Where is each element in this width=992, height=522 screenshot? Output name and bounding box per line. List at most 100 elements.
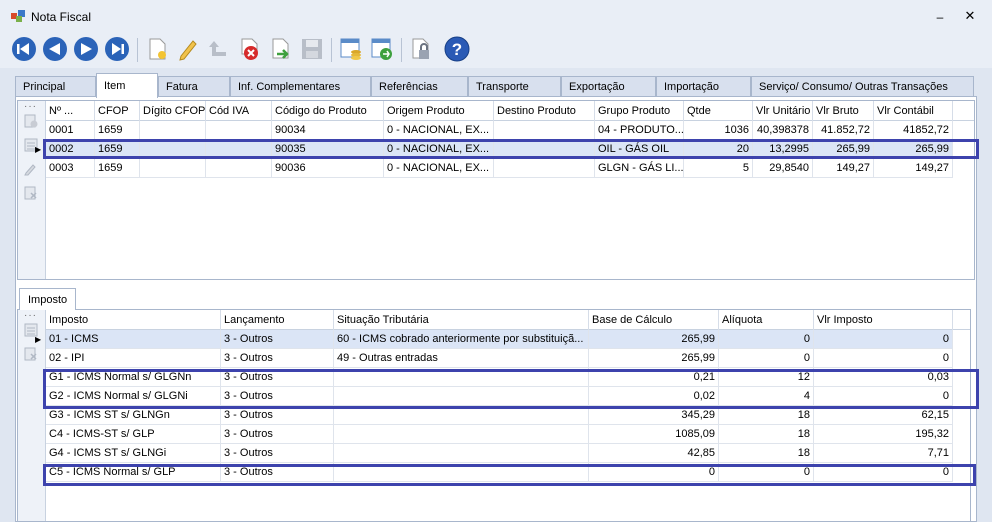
table-cell[interactable]: 90036 — [272, 159, 384, 178]
table-cell[interactable]: 149,27 — [874, 159, 953, 178]
table-cell[interactable]: 3 - Outros — [221, 349, 334, 368]
table-cell[interactable]: 7,71 — [814, 444, 953, 463]
table-cell[interactable]: 265,99 — [589, 330, 719, 349]
table-cell[interactable]: 0,02 — [589, 387, 719, 406]
table-cell[interactable] — [206, 121, 272, 140]
table-cell[interactable]: G1 - ICMS Normal s/ GLGNn — [46, 368, 221, 387]
table-cell[interactable]: 29,8540 — [753, 159, 813, 178]
table-cell[interactable]: 60 - ICMS cobrado anteriormente por subs… — [334, 330, 589, 349]
table-cell[interactable]: G4 - ICMS ST s/ GLNGi — [46, 444, 221, 463]
tab-imposto[interactable]: Imposto — [19, 288, 76, 310]
table-cell[interactable]: 1085,09 — [589, 425, 719, 444]
table-row[interactable]: G2 - ICMS Normal s/ GLGNi 3 - Outros 0,02 4… — [46, 387, 953, 406]
table-cell[interactable]: 0 - NACIONAL, EX... — [384, 121, 494, 140]
table-cell[interactable]: 18 — [719, 444, 814, 463]
column-header[interactable]: Grupo Produto — [595, 101, 684, 121]
table-cell[interactable] — [494, 140, 595, 159]
table-cell[interactable]: 0 — [719, 330, 814, 349]
table-cell[interactable] — [334, 444, 589, 463]
column-header[interactable]: Cód IVA — [206, 101, 272, 121]
tab-fatura[interactable]: Fatura — [158, 76, 230, 97]
table-row[interactable]: 0003 1659 90036 0 - NACIONAL, EX... GLGN - G… — [46, 159, 953, 178]
table-cell[interactable]: 1659 — [95, 140, 140, 159]
table-cell[interactable]: 20 — [684, 140, 753, 159]
table-cell[interactable]: 0001 — [46, 121, 95, 140]
table-cell[interactable] — [494, 159, 595, 178]
table-cell[interactable]: 149,27 — [813, 159, 874, 178]
edit-row-icon[interactable] — [24, 162, 38, 176]
previous-record-icon[interactable] — [42, 36, 68, 62]
table-cell[interactable] — [334, 425, 589, 444]
column-header[interactable]: Código do Produto — [272, 101, 384, 121]
table-row[interactable]: C5 - ICMS Normal s/ GLP 3 - Outros 0 0 0 — [46, 463, 953, 482]
tab-referencias[interactable]: Referências — [371, 76, 468, 97]
table-cell[interactable]: 02 - IPI — [46, 349, 221, 368]
minimize-button[interactable]: – — [933, 10, 947, 24]
table-cell[interactable]: 0 - NACIONAL, EX... — [384, 140, 494, 159]
column-header[interactable]: Alíquota — [719, 310, 814, 330]
table-cell[interactable] — [334, 463, 589, 482]
first-record-icon[interactable] — [11, 36, 37, 62]
column-header[interactable]: Vlr Imposto — [814, 310, 953, 330]
last-record-icon[interactable] — [104, 36, 130, 62]
table-row[interactable]: C4 - ICMS-ST s/ GLP 3 - Outros 1085,09 18 19… — [46, 425, 953, 444]
column-header[interactable]: Situação Tributária — [334, 310, 589, 330]
table-cell[interactable]: 41852,72 — [874, 121, 953, 140]
table-cell[interactable]: 0 — [814, 387, 953, 406]
table-cell[interactable]: 41.852,72 — [813, 121, 874, 140]
table-cell[interactable]: 4 — [719, 387, 814, 406]
table-cell[interactable]: 01 - ICMS — [46, 330, 221, 349]
next-record-icon[interactable] — [73, 36, 99, 62]
table-cell[interactable]: 3 - Outros — [221, 387, 334, 406]
table-cell[interactable]: 13,2995 — [753, 140, 813, 159]
delete-icon[interactable] — [237, 36, 263, 62]
delete-row-icon[interactable] — [24, 186, 38, 200]
table-row[interactable]: G4 - ICMS ST s/ GLNGi 3 - Outros 42,85 18 7,… — [46, 444, 953, 463]
table-cell[interactable] — [140, 159, 206, 178]
table-cell[interactable]: 195,32 — [814, 425, 953, 444]
add-row-icon[interactable] — [24, 114, 38, 128]
tab-servico-consumo[interactable]: Serviço/ Consumo/ Outras Transações — [751, 76, 974, 97]
tab-exportacao[interactable]: Exportação — [561, 76, 656, 97]
table-cell[interactable]: 3 - Outros — [221, 330, 334, 349]
table-cell[interactable]: 0 — [719, 349, 814, 368]
table-cell[interactable]: 1659 — [95, 121, 140, 140]
column-header[interactable]: Imposto — [46, 310, 221, 330]
table-row[interactable]: 0002 1659 90035 0 - NACIONAL, EX... OIL - GÁ… — [46, 140, 953, 159]
column-header[interactable]: Dígito CFOP — [140, 101, 206, 121]
table-cell[interactable]: 0 — [719, 463, 814, 482]
table-row[interactable]: 01 - ICMS 3 - Outros 60 - ICMS cobrado ant… — [46, 330, 953, 349]
table-cell[interactable]: 40,398378 — [753, 121, 813, 140]
table-row[interactable]: G1 - ICMS Normal s/ GLGNn 3 - Outros 0,21 1… — [46, 368, 953, 387]
new-document-icon[interactable] — [144, 36, 170, 62]
column-header[interactable]: Origem Produto — [384, 101, 494, 121]
edit-icon[interactable] — [175, 36, 201, 62]
table-cell[interactable] — [334, 406, 589, 425]
table-cell[interactable] — [140, 121, 206, 140]
table-row[interactable]: 02 - IPI 3 - Outros 49 - Outras entradas 26… — [46, 349, 953, 368]
table-cell[interactable]: 0 — [589, 463, 719, 482]
table-cell[interactable]: 3 - Outros — [221, 425, 334, 444]
table-cell[interactable]: 0002 — [46, 140, 95, 159]
tab-transporte[interactable]: Transporte — [468, 76, 561, 97]
table-cell[interactable]: 1659 — [95, 159, 140, 178]
tab-inf-complementares[interactable]: Inf. Complementares — [230, 76, 371, 97]
table-cell[interactable]: 0 — [814, 330, 953, 349]
save-icon[interactable] — [299, 36, 325, 62]
table-cell[interactable]: 345,29 — [589, 406, 719, 425]
table-cell[interactable] — [206, 140, 272, 159]
table-cell[interactable]: 0 — [814, 349, 953, 368]
table-cell[interactable]: 265,99 — [589, 349, 719, 368]
table-cell[interactable] — [206, 159, 272, 178]
table-cell[interactable]: 04 - PRODUTO... — [595, 121, 684, 140]
lock-icon[interactable] — [408, 36, 434, 62]
table-cell[interactable]: C4 - ICMS-ST s/ GLP — [46, 425, 221, 444]
table-cell[interactable]: 18 — [719, 406, 814, 425]
table-cell[interactable]: 265,99 — [813, 140, 874, 159]
table-cell[interactable]: 18 — [719, 425, 814, 444]
table-cell[interactable]: 3 - Outros — [221, 406, 334, 425]
export-icon[interactable] — [369, 36, 395, 62]
table-cell[interactable]: 3 - Outros — [221, 444, 334, 463]
column-header[interactable]: Destino Produto — [494, 101, 595, 121]
table-row[interactable]: G3 - ICMS ST s/ GLNGn 3 - Outros 345,29 18 6… — [46, 406, 953, 425]
